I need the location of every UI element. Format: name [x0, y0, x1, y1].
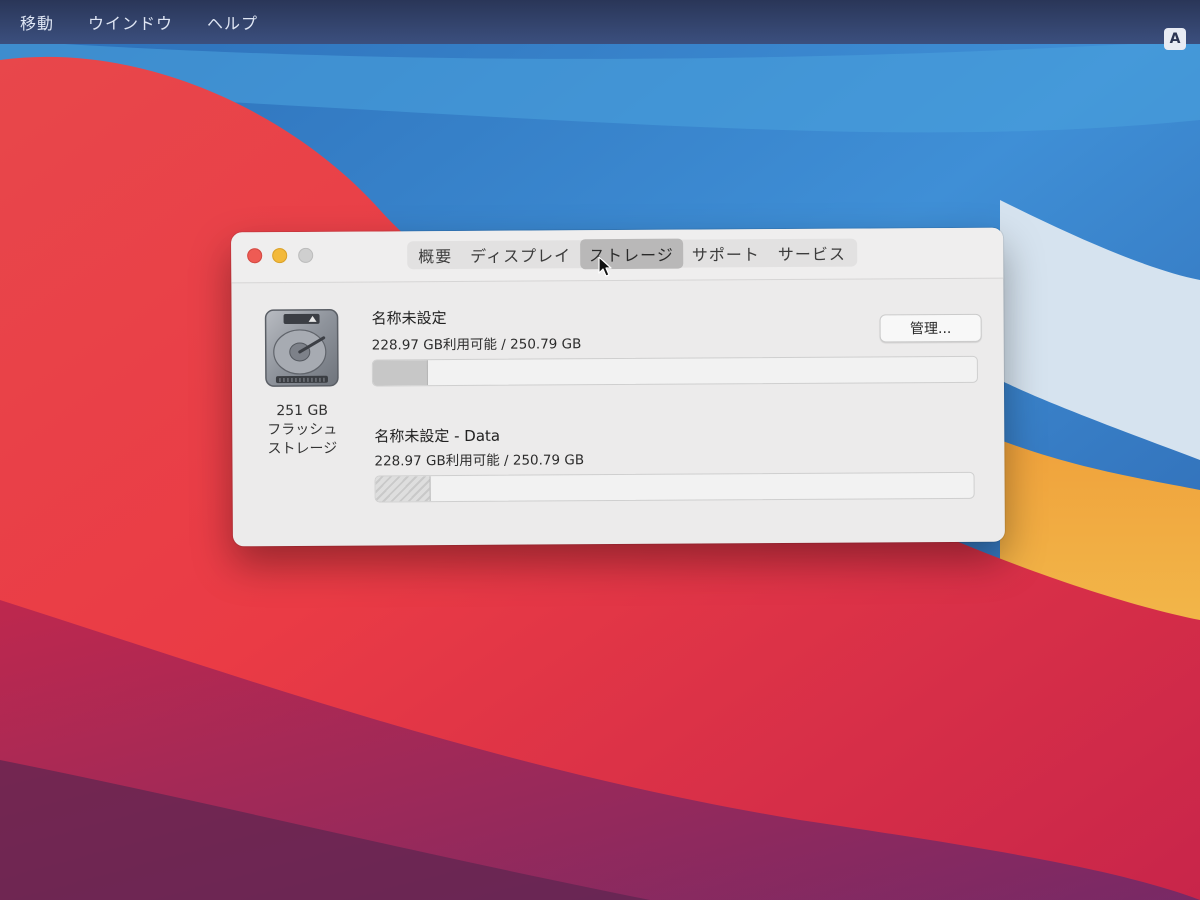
storage-bar-used [375, 476, 431, 502]
manage-button[interactable]: 管理... [879, 313, 982, 343]
menu-item-window[interactable]: ウインドウ [74, 10, 187, 34]
tab-displays[interactable]: ディスプレイ [461, 239, 580, 270]
volume-name: 名称未設定 - Data [374, 426, 501, 446]
storage-bar [374, 471, 975, 503]
zoom-button[interactable] [298, 247, 314, 263]
menu-bar: 移動 ウインドウ ヘルプ A [0, 0, 1200, 50]
disk-type-line1: フラッシュ [267, 421, 338, 439]
disk-caption: 251 GB フラッシュ ストレージ [252, 402, 352, 460]
storage-bar [371, 355, 978, 387]
tab-overview[interactable]: 概要 [409, 240, 461, 270]
tab-service[interactable]: サービス [769, 238, 855, 269]
tab-storage[interactable]: ストレージ [580, 238, 683, 270]
volume-size: 228.97 GB利用可能 / 250.79 GB [374, 452, 585, 470]
hard-drive-icon [264, 309, 339, 387]
tab-bar: 概要 ディスプレイ ストレージ サポート サービス [407, 238, 857, 270]
volume-name: 名称未設定 [371, 309, 447, 328]
about-this-mac-window: 概要 ディスプレイ ストレージ サポート サービス 251 GB フラッシュ ス… [231, 227, 1005, 547]
close-button[interactable] [247, 248, 263, 264]
menu-item-help[interactable]: ヘルプ [193, 10, 272, 34]
storage-bar-used [372, 360, 429, 386]
disk-type-line2: ストレージ [267, 440, 338, 458]
window-titlebar: 概要 ディスプレイ ストレージ サポート サービス [231, 227, 1004, 284]
menu-item-go[interactable]: 移動 [6, 10, 68, 34]
minimize-button[interactable] [272, 248, 288, 264]
disk-capacity: 251 GB [276, 402, 329, 420]
input-source-badge[interactable]: A [1164, 28, 1186, 50]
volume-size: 228.97 GB利用可能 / 250.79 GB [371, 336, 582, 354]
mouse-cursor-icon [598, 256, 612, 277]
tab-support[interactable]: サポート [683, 238, 769, 269]
